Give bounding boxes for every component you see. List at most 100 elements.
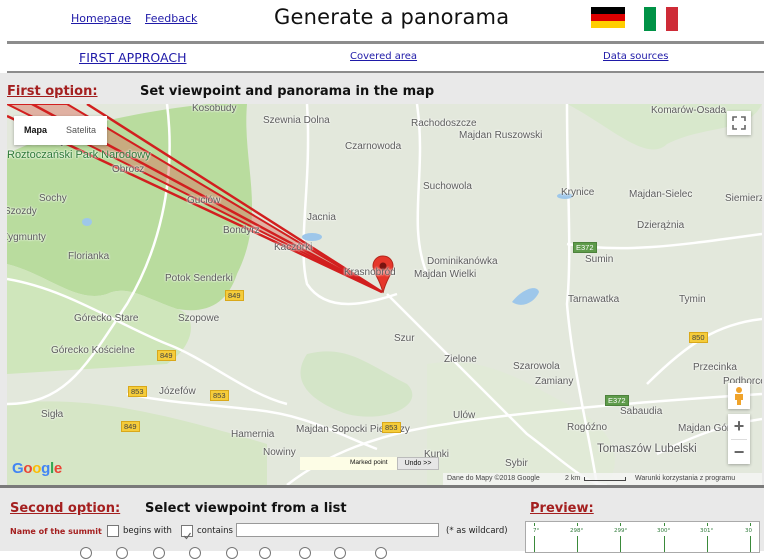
terms-link[interactable]: Warunki korzystania z programu	[635, 473, 735, 485]
road-shield: 853	[210, 390, 229, 401]
map-type-map-button[interactable]: Mapa	[24, 125, 47, 135]
road-shield: 850	[689, 332, 708, 343]
place-label: Rogóźno	[567, 422, 608, 433]
place-label: Józefów	[159, 386, 196, 397]
contains-label: contains	[197, 526, 233, 536]
place-label: Sybir	[505, 458, 528, 469]
page-title: Generate a panorama	[274, 5, 510, 29]
covered-area-link[interactable]: Covered area	[350, 51, 417, 62]
tick-label: 300°	[657, 528, 671, 534]
road-shield: 849	[157, 350, 176, 361]
place-label: Sumin	[585, 254, 614, 265]
radio-button[interactable]	[153, 547, 165, 559]
place-label: Szarowola	[513, 361, 560, 372]
map-type-satellite-button[interactable]: Satelita	[66, 125, 96, 135]
place-label: Siemierz	[725, 193, 762, 204]
place-label: Szopowe	[178, 313, 220, 324]
divider	[7, 41, 764, 44]
second-option-label: Second option:	[10, 501, 121, 516]
radio-button[interactable]	[80, 547, 92, 559]
summit-name-input[interactable]	[236, 523, 439, 537]
tick-label: 299°	[614, 528, 628, 534]
begins-with-label: begins with	[123, 526, 172, 536]
divider	[0, 485, 764, 488]
place-label: Górecko Stare	[74, 313, 139, 324]
place-label: Kosobudy	[192, 104, 237, 114]
checkmark-icon	[183, 532, 191, 540]
place-label: Krasnobród	[344, 267, 396, 278]
place-label: Jacnia	[307, 212, 336, 223]
tick-mark	[664, 523, 665, 526]
tick-mark	[534, 523, 535, 526]
place-label: Szur	[394, 333, 415, 344]
place-label: Roztoczański Park Narodowy	[7, 149, 151, 161]
place-label: Szozdy	[7, 206, 37, 217]
zoom-in-button[interactable]: +	[734, 414, 745, 439]
place-label: Majdan Sopocki Pierwszy	[296, 424, 410, 435]
road-shield: 849	[121, 421, 140, 432]
place-label: Bondyrz	[223, 225, 260, 236]
begins-with-checkbox[interactable]	[107, 525, 119, 537]
road-shield: 853	[128, 386, 147, 397]
scale-bar	[584, 477, 626, 481]
italian-flag-icon[interactable]	[644, 7, 680, 31]
tick-mark	[620, 536, 621, 552]
tick-mark	[577, 523, 578, 526]
german-flag-icon[interactable]	[591, 7, 625, 28]
tick-label: 7°	[533, 528, 540, 534]
tick-label: 298°	[570, 528, 584, 534]
homepage-link[interactable]: Homepage	[71, 12, 131, 25]
data-sources-link[interactable]: Data sources	[603, 51, 668, 62]
tick-mark	[534, 536, 535, 552]
undo-button[interactable]: Undo >>	[397, 457, 439, 470]
scale-label[interactable]: 2 km	[565, 473, 580, 485]
feedback-link[interactable]: Feedback	[145, 12, 197, 25]
map-attribution: Dane do Mapy ©2018 Google 2 km Warunki k…	[443, 473, 762, 485]
place-label: Majdan Wielki	[414, 269, 477, 280]
fullscreen-icon	[732, 116, 746, 130]
place-label: Krynice	[561, 187, 595, 198]
radio-button[interactable]	[259, 547, 271, 559]
first-approach-link[interactable]: FIRST APPROACH	[79, 50, 187, 65]
place-label: Sigła	[41, 409, 64, 420]
place-label: Górecko Kościelne	[51, 345, 135, 356]
map-type-control: Mapa Satelita	[14, 116, 107, 145]
second-option-title: Select viewpoint from a list	[145, 501, 347, 516]
tick-mark	[620, 523, 621, 526]
first-option-label: First option:	[7, 84, 98, 99]
tick-mark	[664, 536, 665, 552]
road-shield: E372	[605, 395, 629, 406]
place-label: Guciów	[187, 195, 221, 206]
tick-mark	[750, 536, 751, 552]
place-label: Dominikanówka	[427, 256, 498, 267]
radio-button[interactable]	[375, 547, 387, 559]
place-label: Czarnowoda	[345, 141, 402, 152]
radio-button[interactable]	[299, 547, 311, 559]
nav-bar: FIRST APPROACH Covered area Data sources	[0, 45, 764, 69]
google-logo[interactable]: Google	[12, 460, 62, 477]
radio-button[interactable]	[116, 547, 128, 559]
road-shield: E372	[573, 242, 597, 253]
zoom-out-button[interactable]: −	[734, 440, 745, 464]
radio-button[interactable]	[189, 547, 201, 559]
place-label: Majdan-Sielec	[629, 189, 693, 200]
place-label: Zielone	[444, 354, 477, 365]
tick-label: 301°	[700, 528, 714, 534]
fullscreen-button[interactable]	[727, 111, 751, 135]
map[interactable]: Kosobudy Szewnia Dolna Rachodoszcze Majd…	[7, 104, 762, 485]
tick-mark	[577, 536, 578, 552]
place-label: Zamiany	[535, 376, 574, 387]
street-view-button[interactable]	[728, 383, 750, 409]
radio-button[interactable]	[334, 547, 346, 559]
place-label: Szewnia Dolna	[263, 115, 330, 126]
place-label: Obrocz	[112, 164, 145, 175]
contains-checkbox[interactable]	[181, 525, 193, 540]
pegman-icon	[735, 387, 743, 405]
preview-panorama[interactable]: 7° 298° 299° 300° 301° 30	[525, 521, 760, 553]
wildcard-hint: (* as wildcard)	[446, 526, 508, 536]
place-label: Przecinka	[693, 362, 737, 373]
place-label: Suchowola	[423, 181, 472, 192]
radio-button[interactable]	[226, 547, 238, 559]
place-label: Dzierążnia	[637, 220, 685, 231]
summit-name-label: Name of the summit	[10, 527, 102, 536]
